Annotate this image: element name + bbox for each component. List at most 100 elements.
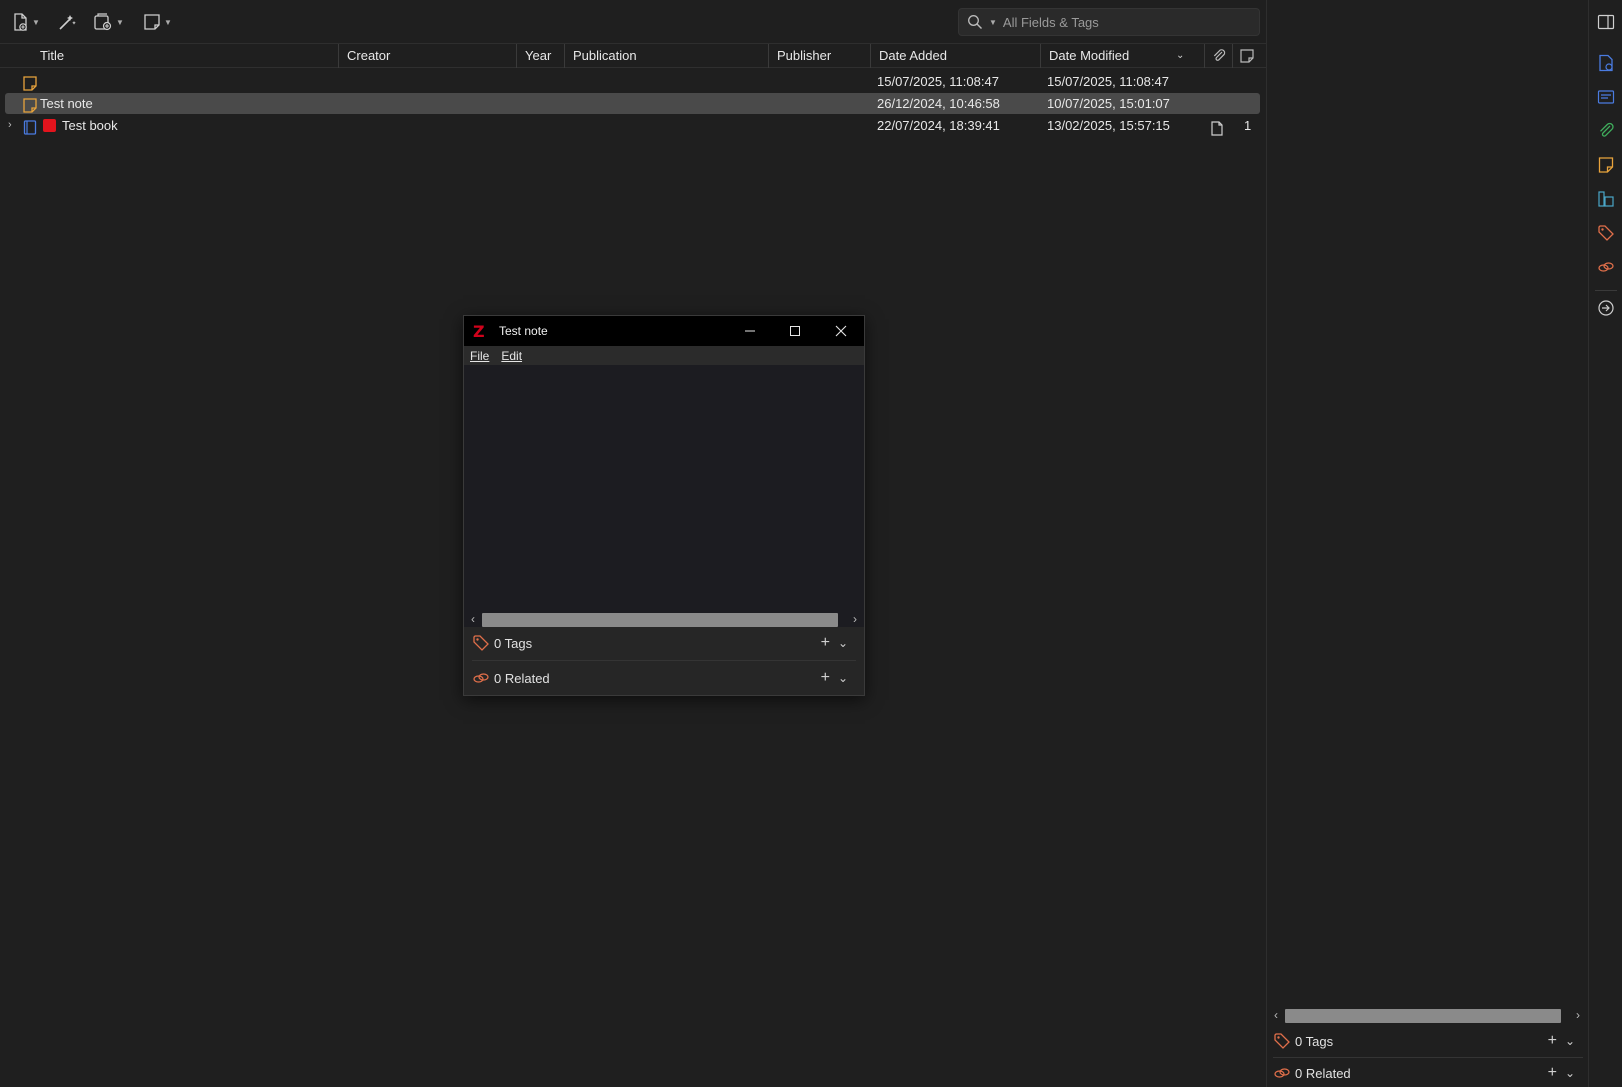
related-icon xyxy=(1274,1068,1290,1078)
row-date-added: 22/07/2024, 18:39:41 xyxy=(877,118,1000,133)
scroll-left-icon[interactable]: ‹ xyxy=(466,611,480,627)
items-pane: ▼ ▼ ▼ ▼ Title Creator Year Publication P… xyxy=(0,0,1266,1087)
related-icon[interactable] xyxy=(1597,258,1615,276)
divider xyxy=(472,660,856,661)
libraries-collections-icon[interactable] xyxy=(1597,190,1615,208)
chevron-down-icon: ▼ xyxy=(32,17,40,27)
note-window-title: Test note xyxy=(499,324,548,338)
item-related-label: 0 Related xyxy=(1295,1065,1351,1081)
scrollbar-thumb[interactable] xyxy=(482,613,838,627)
note-editor[interactable] xyxy=(464,365,864,611)
chevron-down-icon: ▼ xyxy=(164,17,172,27)
magic-wand-icon xyxy=(59,15,76,30)
chevron-down-icon[interactable]: ⌄ xyxy=(838,671,848,685)
expand-twisty-icon[interactable]: › xyxy=(8,115,12,136)
note-window-menubar: File Edit xyxy=(464,346,864,365)
new-note-icon xyxy=(144,14,160,30)
column-attachments[interactable] xyxy=(1204,44,1232,68)
item-tags-section[interactable]: 0 Tags + ⌄ xyxy=(1273,1025,1583,1057)
menu-file[interactable]: File xyxy=(470,349,489,363)
note-bottom-panel: 0 Tags + ⌄ 0 Related + ⌄ xyxy=(464,627,864,695)
column-header: Title Creator Year Publication Publisher… xyxy=(0,44,1266,68)
item-pane: ‹ › 0 Tags + ⌄ 0 Related + ⌄ xyxy=(1266,0,1588,1087)
toolbar: ▼ ▼ ▼ ▼ xyxy=(0,0,1266,44)
scroll-right-icon[interactable]: › xyxy=(848,611,862,627)
scrollbar-thumb[interactable] xyxy=(1285,1009,1561,1023)
note-icon xyxy=(23,76,37,91)
add-attachment-icon xyxy=(94,13,112,31)
item-tags-label: 0 Tags xyxy=(1295,1033,1334,1049)
column-publisher[interactable]: Publisher xyxy=(768,44,870,68)
search-mode-chevron-icon[interactable]: ▼ xyxy=(989,18,997,27)
add-by-identifier-button[interactable] xyxy=(56,10,78,34)
add-tag-icon[interactable]: + xyxy=(1548,1032,1557,1050)
table-row[interactable]: Test note 26/12/2024, 10:46:58 10/07/202… xyxy=(5,93,1260,114)
add-tag-icon[interactable]: + xyxy=(821,634,830,652)
menu-edit[interactable]: Edit xyxy=(501,349,522,363)
search-input[interactable] xyxy=(1002,14,1243,30)
new-item-button[interactable]: ▼ xyxy=(10,10,40,34)
column-title[interactable]: Title xyxy=(32,44,338,68)
new-note-button[interactable]: ▼ xyxy=(142,10,172,34)
note-tags-section[interactable]: 0 Tags + ⌄ xyxy=(472,627,856,659)
note-related-section[interactable]: 0 Related + ⌄ xyxy=(472,662,856,694)
minimize-button[interactable] xyxy=(728,316,772,346)
search-box[interactable]: ▼ xyxy=(958,8,1260,36)
tag-icon xyxy=(1274,1033,1290,1049)
item-related-actions: + ⌄ xyxy=(1548,1057,1575,1087)
add-related-icon[interactable]: + xyxy=(821,669,830,687)
attachments-icon[interactable] xyxy=(1597,122,1615,140)
locate-icon[interactable] xyxy=(1597,299,1615,317)
divider xyxy=(1595,290,1617,291)
tag-icon[interactable] xyxy=(1597,224,1615,242)
chevron-down-icon[interactable]: ⌄ xyxy=(838,636,848,650)
add-related-icon[interactable]: + xyxy=(1548,1064,1557,1082)
note-tags-label: 0 Tags xyxy=(494,635,533,651)
maximize-button[interactable] xyxy=(773,316,817,346)
close-button[interactable] xyxy=(819,316,863,346)
table-row[interactable]: › Test book 22/07/2024, 18:39:41 13/02/2… xyxy=(5,115,1260,136)
related-icon xyxy=(473,673,489,683)
pdf-attachment-icon[interactable] xyxy=(1210,118,1224,139)
note-window: Z Test note File Edit ‹ › 0 Tags + ⌄ 0 R… xyxy=(463,315,865,696)
add-attachment-button[interactable]: ▼ xyxy=(92,10,124,34)
zotero-logo-icon: Z xyxy=(473,321,485,341)
note-related-actions: + ⌄ xyxy=(821,662,848,694)
note-icon xyxy=(23,98,37,113)
column-publication[interactable]: Publication xyxy=(564,44,768,68)
chevron-down-icon[interactable]: ⌄ xyxy=(1565,1066,1575,1080)
item-pane-horizontal-scrollbar[interactable]: ‹ › xyxy=(1267,1007,1587,1023)
book-icon xyxy=(23,120,37,135)
maximize-icon xyxy=(790,326,800,336)
close-icon xyxy=(835,325,847,337)
new-item-icon xyxy=(14,13,27,31)
note-horizontal-scrollbar[interactable]: ‹ › xyxy=(464,611,864,627)
search-icon[interactable] xyxy=(967,14,983,30)
note-related-label: 0 Related xyxy=(494,670,550,686)
item-related-section[interactable]: 0 Related + ⌄ xyxy=(1273,1057,1583,1087)
notes-icon[interactable] xyxy=(1597,156,1615,174)
item-tags-actions: + ⌄ xyxy=(1548,1025,1575,1057)
chevron-down-icon[interactable]: ⌄ xyxy=(1565,1034,1575,1048)
column-notes[interactable] xyxy=(1232,44,1262,68)
column-creator[interactable]: Creator xyxy=(338,44,516,68)
item-pane-sidenav xyxy=(1588,0,1622,1087)
column-date-added[interactable]: Date Added xyxy=(870,44,1040,68)
column-year[interactable]: Year xyxy=(516,44,564,68)
scroll-right-icon[interactable]: › xyxy=(1571,1007,1585,1023)
note-window-titlebar[interactable]: Z Test note xyxy=(464,316,864,346)
info-icon[interactable] xyxy=(1597,54,1615,72)
table-row[interactable]: 15/07/2025, 11:08:47 15/07/2025, 11:08:4… xyxy=(5,71,1260,92)
sort-descending-icon[interactable]: ⌄ xyxy=(1176,44,1184,68)
row-title: Test book xyxy=(62,118,118,133)
row-date-modified: 13/02/2025, 15:57:15 xyxy=(1047,118,1170,133)
row-date-added: 26/12/2024, 10:46:58 xyxy=(877,96,1000,111)
toggle-pane-icon[interactable] xyxy=(1597,13,1615,31)
note-icon xyxy=(1240,49,1254,63)
paperclip-icon xyxy=(1213,49,1226,61)
row-date-modified: 15/07/2025, 11:08:47 xyxy=(1047,74,1169,89)
scroll-left-icon[interactable]: ‹ xyxy=(1269,1007,1283,1023)
minimize-icon xyxy=(745,330,755,332)
row-date-added: 15/07/2025, 11:08:47 xyxy=(877,74,999,89)
abstract-icon[interactable] xyxy=(1597,88,1615,106)
